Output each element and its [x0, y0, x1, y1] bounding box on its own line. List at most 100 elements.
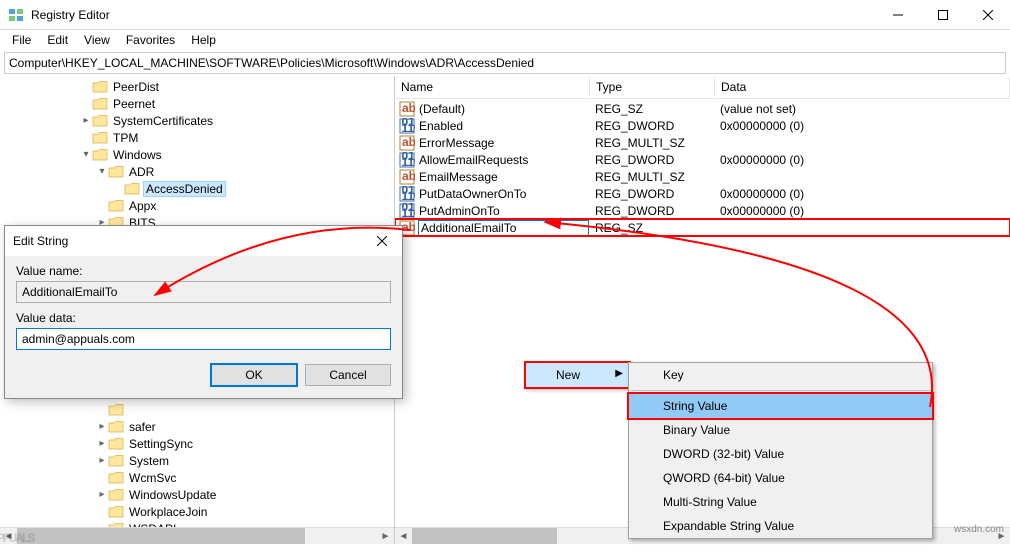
tree-label: safer [127, 420, 158, 434]
folder-icon [92, 114, 108, 128]
tree-label: WcmSvc [127, 471, 178, 485]
value-data-input[interactable] [16, 328, 391, 350]
menu-bar: File Edit View Favorites Help [0, 30, 1010, 50]
ctx-multistring-value[interactable]: Multi-String Value [629, 490, 932, 514]
folder-icon [92, 80, 108, 94]
tree-item[interactable] [0, 401, 394, 418]
ok-button[interactable]: OK [211, 364, 297, 386]
folder-icon [108, 471, 124, 485]
ctx-dword-value[interactable]: DWORD (32-bit) Value [629, 442, 932, 466]
tree-item[interactable]: TPM [0, 129, 394, 146]
menu-favorites[interactable]: Favorites [118, 31, 183, 49]
value-data-label: Value data: [16, 311, 391, 325]
svg-text:110: 110 [402, 155, 416, 168]
value-type: REG_SZ [589, 221, 714, 235]
minimize-button[interactable] [875, 0, 920, 29]
ctx-qword-value[interactable]: QWORD (64-bit) Value [629, 466, 932, 490]
expand-icon[interactable]: ▾ [80, 149, 92, 160]
expand-icon[interactable]: ▸ [96, 421, 108, 432]
ctx-expandstring-value[interactable]: Expandable String Value [629, 514, 932, 538]
value-data: 0x00000000 (0) [714, 187, 804, 201]
value-name: AdditionalEmailTo [418, 220, 589, 236]
expand-icon[interactable]: ▸ [80, 115, 92, 126]
list-row[interactable]: 011110PutAdminOnToREG_DWORD0x00000000 (0… [395, 202, 1010, 219]
tree-item[interactable]: PeerDist [0, 78, 394, 95]
ctx-string-value[interactable]: String Value [629, 394, 932, 418]
value-name: Enabled [418, 119, 589, 133]
col-data[interactable]: Data [715, 77, 1010, 97]
svg-text:110: 110 [402, 189, 416, 202]
value-name-label: Value name: [16, 264, 391, 278]
ctx-binary-value[interactable]: Binary Value [629, 418, 932, 442]
tree-item[interactable]: ▸SettingSync [0, 435, 394, 452]
tree-label: Windows [111, 148, 164, 162]
value-type-icon: ab [399, 135, 415, 151]
svg-text:ab: ab [402, 135, 415, 149]
list-row[interactable]: ab(Default)REG_SZ(value not set) [395, 100, 1010, 117]
tree-item[interactable]: WorkplaceJoin [0, 503, 394, 520]
svg-text:110: 110 [402, 206, 416, 219]
expand-icon[interactable]: ▸ [96, 455, 108, 466]
col-name[interactable]: Name [395, 77, 590, 97]
svg-text:ab: ab [402, 220, 415, 234]
tree-item[interactable]: ▸ WindowsUpdate [0, 486, 394, 503]
list-row[interactable]: abEmailMessageREG_MULTI_SZ [395, 168, 1010, 185]
tree-hscroll[interactable]: ◄► [0, 527, 394, 544]
svg-text:ab: ab [402, 101, 415, 115]
dialog-close-button[interactable] [362, 227, 402, 256]
svg-text:ab: ab [402, 169, 415, 183]
tree-item[interactable]: ▸ safer [0, 418, 394, 435]
folder-icon [108, 437, 124, 451]
expand-icon[interactable]: ▾ [96, 166, 108, 177]
folder-icon [92, 97, 108, 111]
menu-help[interactable]: Help [183, 31, 224, 49]
tree-label: WindowsUpdate [127, 488, 218, 502]
value-data: (value not set) [714, 102, 796, 116]
address-bar[interactable]: Computer\HKEY_LOCAL_MACHINE\SOFTWARE\Pol… [4, 52, 1006, 74]
value-type: REG_DWORD [589, 187, 714, 201]
tree-item[interactable]: AccessDenied [0, 180, 394, 197]
tree-item[interactable]: ▸SystemCertificates [0, 112, 394, 129]
maximize-button[interactable] [920, 0, 965, 29]
list-row[interactable]: abErrorMessageREG_MULTI_SZ [395, 134, 1010, 151]
list-row[interactable]: 011110PutDataOwnerOnToREG_DWORD0x0000000… [395, 185, 1010, 202]
value-type: REG_DWORD [589, 119, 714, 133]
value-type-icon: 011110 [399, 186, 415, 202]
menu-file[interactable]: File [4, 31, 39, 49]
tree-label: WorkplaceJoin [127, 505, 209, 519]
value-name: EmailMessage [418, 170, 589, 184]
tree-item[interactable]: Peernet [0, 95, 394, 112]
dialog-title: Edit String [13, 234, 362, 248]
list-row[interactable]: 011110AllowEmailRequestsREG_DWORD0x00000… [395, 151, 1010, 168]
tree-label: System [127, 454, 171, 468]
ctx-new[interactable]: New▶ [526, 363, 629, 387]
list-header: Name Type Data [395, 76, 1010, 99]
value-data: 0x00000000 (0) [714, 153, 804, 167]
list-row[interactable]: 011110EnabledREG_DWORD0x00000000 (0) [395, 117, 1010, 134]
tree-item[interactable]: WcmSvc [0, 469, 394, 486]
list-row[interactable]: abAdditionalEmailToREG_SZ [395, 219, 1010, 236]
value-name: (Default) [418, 102, 589, 116]
tree-item[interactable]: Appx [0, 197, 394, 214]
folder-icon [108, 420, 124, 434]
value-type: REG_MULTI_SZ [589, 136, 714, 150]
folder-icon [92, 148, 108, 162]
tree-item[interactable]: ▸ System [0, 452, 394, 469]
tree-label: AccessDenied [143, 181, 226, 197]
expand-icon[interactable]: ▸ [96, 438, 108, 449]
value-type-icon: 011110 [399, 118, 415, 134]
tree-item[interactable]: ▾ADR [0, 163, 394, 180]
menu-edit[interactable]: Edit [39, 31, 76, 49]
cancel-button[interactable]: Cancel [305, 364, 391, 386]
ctx-key[interactable]: Key [629, 363, 932, 387]
value-type: REG_DWORD [589, 153, 714, 167]
expand-icon[interactable]: ▸ [96, 489, 108, 500]
menu-view[interactable]: View [76, 31, 118, 49]
tree-item[interactable]: ▾ Windows [0, 146, 394, 163]
close-button[interactable] [965, 0, 1010, 29]
col-type[interactable]: Type [590, 77, 715, 97]
tree-label: TPM [111, 131, 140, 145]
folder-icon [108, 199, 124, 213]
title-bar: Registry Editor [0, 0, 1010, 30]
context-submenu-new: Key String Value Binary Value DWORD (32-… [628, 362, 933, 539]
